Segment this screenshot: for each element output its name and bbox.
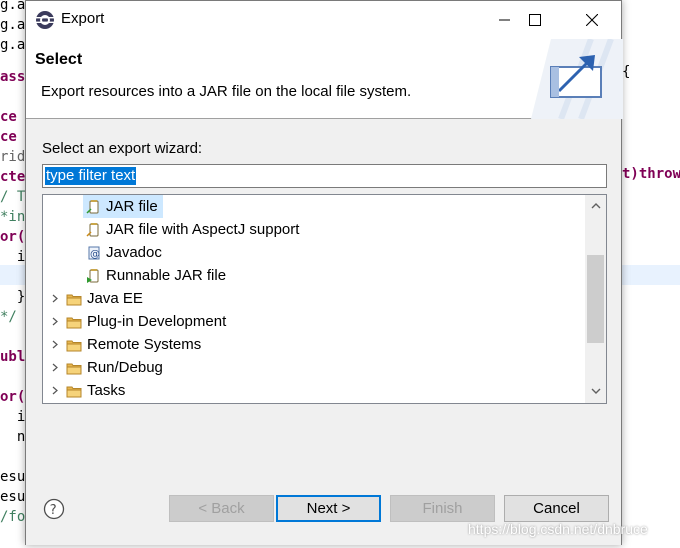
chevron-right-icon[interactable] bbox=[49, 310, 61, 333]
folder-icon bbox=[66, 386, 82, 398]
filter-input[interactable]: type filter text bbox=[42, 164, 607, 188]
title-bar[interactable]: Export bbox=[26, 1, 621, 39]
tree-item-label: Run/Debug bbox=[87, 359, 163, 376]
cancel-button[interactable]: Cancel bbox=[504, 495, 609, 522]
chevron-right-icon[interactable] bbox=[49, 287, 61, 310]
tree-item-remote-systems[interactable]: Remote Systems bbox=[49, 333, 349, 356]
svg-text:?: ? bbox=[50, 503, 57, 518]
javadoc-icon: @ bbox=[88, 246, 100, 260]
tree-item-javadoc[interactable]: @ Javadoc bbox=[83, 241, 283, 264]
code-fragment: */ bbox=[0, 309, 17, 325]
code-fragment: ubl bbox=[0, 349, 26, 365]
code-fragment: i bbox=[0, 409, 26, 425]
folder-icon bbox=[66, 340, 82, 352]
back-button[interactable]: < Back bbox=[169, 495, 274, 522]
wizard-list-label: Select an export wizard: bbox=[42, 140, 203, 157]
runnable-jar-icon bbox=[87, 269, 99, 283]
chevron-up-icon bbox=[591, 202, 600, 208]
folder-icon bbox=[66, 363, 82, 375]
minimize-icon bbox=[499, 19, 510, 21]
eclipse-icon bbox=[36, 11, 54, 29]
tree-item-label: Tasks bbox=[87, 382, 126, 399]
folder-icon bbox=[66, 294, 82, 306]
code-fragment: ass bbox=[0, 69, 26, 85]
code-fragment: } bbox=[0, 289, 26, 305]
scroll-down-button[interactable] bbox=[585, 381, 606, 401]
dialog-title: Export bbox=[61, 10, 105, 27]
tree-item-run-debug[interactable]: Run/Debug bbox=[49, 356, 349, 379]
tree-item-tasks[interactable]: Tasks bbox=[49, 379, 349, 402]
aspectj-jar-icon bbox=[86, 223, 99, 237]
tree-vertical-scrollbar[interactable] bbox=[585, 195, 606, 403]
wizard-banner: Select Export resources into a JAR file … bbox=[26, 39, 623, 119]
tree-item-jar-file[interactable]: JAR file bbox=[83, 195, 163, 218]
next-button[interactable]: Next > bbox=[276, 495, 381, 522]
maximize-icon bbox=[529, 14, 541, 26]
wizard-content: Select an export wizard: type filter tex… bbox=[26, 119, 621, 469]
tree-item-label: Remote Systems bbox=[87, 336, 202, 353]
scroll-up-button[interactable] bbox=[585, 195, 606, 215]
chevron-right-icon[interactable] bbox=[49, 333, 61, 356]
help-icon[interactable]: ? bbox=[43, 498, 65, 520]
wizard-page-description: Export resources into a JAR file on the … bbox=[41, 83, 412, 100]
wizard-tree[interactable]: JAR file JAR file with AspectJ support @… bbox=[42, 194, 607, 404]
tree-item-label: Javadoc bbox=[106, 244, 162, 261]
code-fragment: n bbox=[0, 429, 26, 445]
code-fragment: i bbox=[0, 249, 26, 265]
tree-item-label: Plug-in Development bbox=[87, 313, 227, 330]
close-button[interactable] bbox=[569, 1, 615, 39]
close-icon bbox=[586, 14, 598, 26]
finish-button[interactable]: Finish bbox=[390, 495, 495, 522]
wizard-page-title: Select bbox=[35, 51, 83, 68]
chevron-right-icon[interactable] bbox=[49, 379, 61, 402]
tree-item-runnable-jar[interactable]: Runnable JAR file bbox=[83, 264, 283, 287]
code-fragment-right: t)throw bbox=[622, 166, 680, 182]
watermark: https://blog.csdn.net/dnbruce bbox=[468, 521, 648, 537]
tree-item-label: Runnable JAR file bbox=[106, 267, 227, 284]
maximize-button[interactable] bbox=[512, 1, 558, 39]
tree-item-label: Java EE bbox=[87, 290, 143, 307]
tree-item-java-ee[interactable]: Java EE bbox=[49, 287, 349, 310]
chevron-right-icon[interactable] bbox=[49, 356, 61, 379]
tree-item-jar-aspectj[interactable]: JAR file with AspectJ support bbox=[83, 218, 383, 241]
tree-item-label: JAR file bbox=[106, 198, 158, 215]
code-fragment-right: { bbox=[622, 64, 631, 80]
export-dialog: Export Select Export resources into a JA… bbox=[25, 0, 623, 545]
svg-text:@: @ bbox=[90, 249, 100, 260]
filter-input-text: type filter text bbox=[45, 167, 137, 185]
folder-icon bbox=[66, 317, 82, 329]
scrollbar-thumb[interactable] bbox=[587, 255, 604, 343]
jar-icon bbox=[86, 200, 99, 214]
tree-item-label: JAR file with AspectJ support bbox=[106, 221, 300, 238]
chevron-down-icon bbox=[591, 388, 600, 394]
tree-item-plugin-development[interactable]: Plug-in Development bbox=[49, 310, 349, 333]
export-wizard-banner-icon bbox=[531, 39, 623, 119]
